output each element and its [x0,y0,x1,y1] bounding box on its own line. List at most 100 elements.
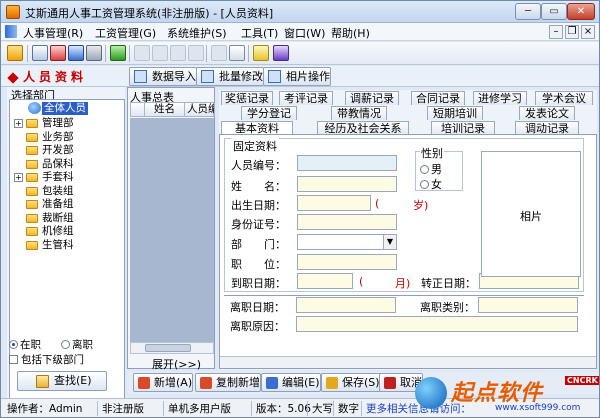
radio-active[interactable]: 在职 [9,337,41,352]
months-open-paren: ( [359,275,364,288]
staff-list-scrollbar[interactable] [130,342,214,354]
grid-icon[interactable] [32,45,48,61]
tab-teaching[interactable]: 带教情况 [331,106,387,120]
app-logo-icon [6,5,20,19]
form-scrollbar[interactable] [220,356,596,368]
menu-salary[interactable]: 工资管理(G) [95,25,156,41]
tab-short-training[interactable]: 短期培训 [427,106,483,120]
tree-root-all-staff[interactable]: 全体人员 [12,102,122,115]
column-header-id[interactable]: 人员编 [185,103,215,116]
edit-button[interactable]: 编辑(E) [261,373,321,392]
help-icon[interactable] [253,45,269,61]
expand-plus-icon[interactable]: + [14,119,23,128]
name-input[interactable] [297,176,397,192]
tools-icon[interactable] [211,45,227,61]
close-button[interactable]: ✕ [567,3,595,20]
tab-transfer[interactable]: 调动记录 [515,121,579,135]
sort-icon[interactable] [188,45,204,61]
basic-info-form: 固定资料 人员编号： 姓 名： 出生日期： ( 岁) 性别 男 女 身份证号： … [219,134,597,369]
maximize-button[interactable]: ▭ [541,3,567,20]
chevron-down-icon[interactable]: ▼ [383,235,396,249]
mdi-minimize-button[interactable]: – [549,25,563,39]
id-card-input[interactable] [297,214,397,230]
tab-rewards[interactable]: 奖惩记录 [221,91,273,105]
tab-credits[interactable]: 学分登记 [241,106,297,120]
filter-icon[interactable] [152,45,168,61]
scrollbar-thumb[interactable] [145,344,191,352]
menu-personnel[interactable]: 人事管理(R) [23,25,83,41]
tab-papers[interactable]: 发表论文 [519,106,575,120]
globe-icon [28,102,41,114]
leave-reason-input[interactable] [296,316,578,332]
menu-system[interactable]: 系统维护(S) [167,25,227,41]
emp-no-input[interactable] [297,155,397,171]
leave-type-input[interactable] [478,297,578,313]
radio-male[interactable]: 男 [420,161,442,177]
data-import-button[interactable]: 数据导入 [129,67,197,86]
menu-tools[interactable]: 工具(T) [241,25,278,41]
toolbar [1,42,599,65]
dropdown-icon[interactable] [170,45,186,61]
batch-edit-button[interactable]: 批量修改 [196,67,264,86]
months-unit-label: 月) [395,277,411,290]
tree-item-department[interactable]: 生管科 [12,239,122,252]
fixed-info-group: 固定资料 人员编号： 姓 名： 出生日期： ( 岁) 性别 男 女 身份证号： … [224,138,584,292]
home-icon[interactable] [7,45,23,61]
include-subdept-checkbox[interactable]: 包括下级部门 [9,352,84,367]
column-header-name[interactable]: 姓名 [145,103,185,116]
monitor-icon[interactable] [86,45,102,61]
tree-item-department[interactable]: 机修组 [12,225,122,238]
expand-button[interactable]: 展开(>>) [152,356,201,372]
chart-icon[interactable] [68,45,84,61]
save-button[interactable]: 保存(S) [321,373,381,392]
info-icon[interactable] [273,45,289,61]
tree-item-department[interactable]: 业务部 [12,131,122,144]
photo-icon [268,70,281,83]
search-button[interactable]: 查找(E) [17,371,107,391]
tree-item-label: 手套科 [42,171,74,183]
menu-window[interactable]: 窗口(W) [284,25,325,41]
folder-icon [26,240,38,250]
leave-date-input[interactable] [296,297,396,313]
calculator-icon[interactable] [229,45,245,61]
tree-item-department[interactable]: + 管理部 [12,117,122,130]
copy-add-button[interactable]: 复制新增 [195,373,261,392]
birth-date-input[interactable] [297,195,371,211]
expand-plus-icon[interactable]: + [14,173,23,182]
people-icon[interactable] [50,45,66,61]
tree-item-department[interactable]: 包装组 [12,185,122,198]
photo-operations-button[interactable]: 相片操作 [263,67,331,86]
tab-experience[interactable]: 经历及社会关系 [317,121,409,135]
staff-list-panel: 人事总表 姓名 人员编 展开(>>) [127,87,215,372]
tree-item-department[interactable]: + 手套科 [12,171,122,184]
tab-evaluation[interactable]: 考评记录 [279,91,333,105]
add-button[interactable]: 新增(A) [133,373,194,392]
tab-salary-adjust[interactable]: 调薪记录 [345,91,399,105]
join-date-input[interactable] [297,273,353,289]
tree-item-department[interactable]: 裁断组 [12,212,122,225]
tab-training[interactable]: 培训记录 [431,121,495,135]
tab-study[interactable]: 进修学习 [473,91,527,105]
tab-contract[interactable]: 合同记录 [411,91,465,105]
tab-basic-info[interactable]: 基本资料 [221,121,293,135]
tree-item-department[interactable]: 品保科 [12,158,122,171]
minimize-button[interactable]: ─ [515,3,541,20]
import-icon [134,70,147,83]
staff-list-body[interactable] [130,118,214,342]
watermark: 起点软件 CNCRK www.xsoft999.com [415,373,599,415]
undo-icon[interactable] [134,45,150,61]
exit-icon[interactable] [110,45,126,61]
toolbar-separator [206,45,207,62]
position-input[interactable] [297,254,397,270]
menu-help[interactable]: 帮助(H) [331,25,370,41]
radio-resigned[interactable]: 离职 [61,337,93,352]
tree-item-department[interactable]: 开发部 [12,144,122,157]
department-select[interactable]: ▼ [297,234,397,250]
photo-frame[interactable]: 相片 [481,151,581,277]
radio-female[interactable]: 女 [420,176,442,192]
mdi-close-button[interactable]: × [581,25,595,39]
tab-conference[interactable]: 学术会议 [535,91,593,105]
tree-item-department[interactable]: 准备组 [12,198,122,211]
mdi-restore-button[interactable]: ❐ [565,25,579,39]
status-mode: 单机多用户版 [163,401,231,416]
